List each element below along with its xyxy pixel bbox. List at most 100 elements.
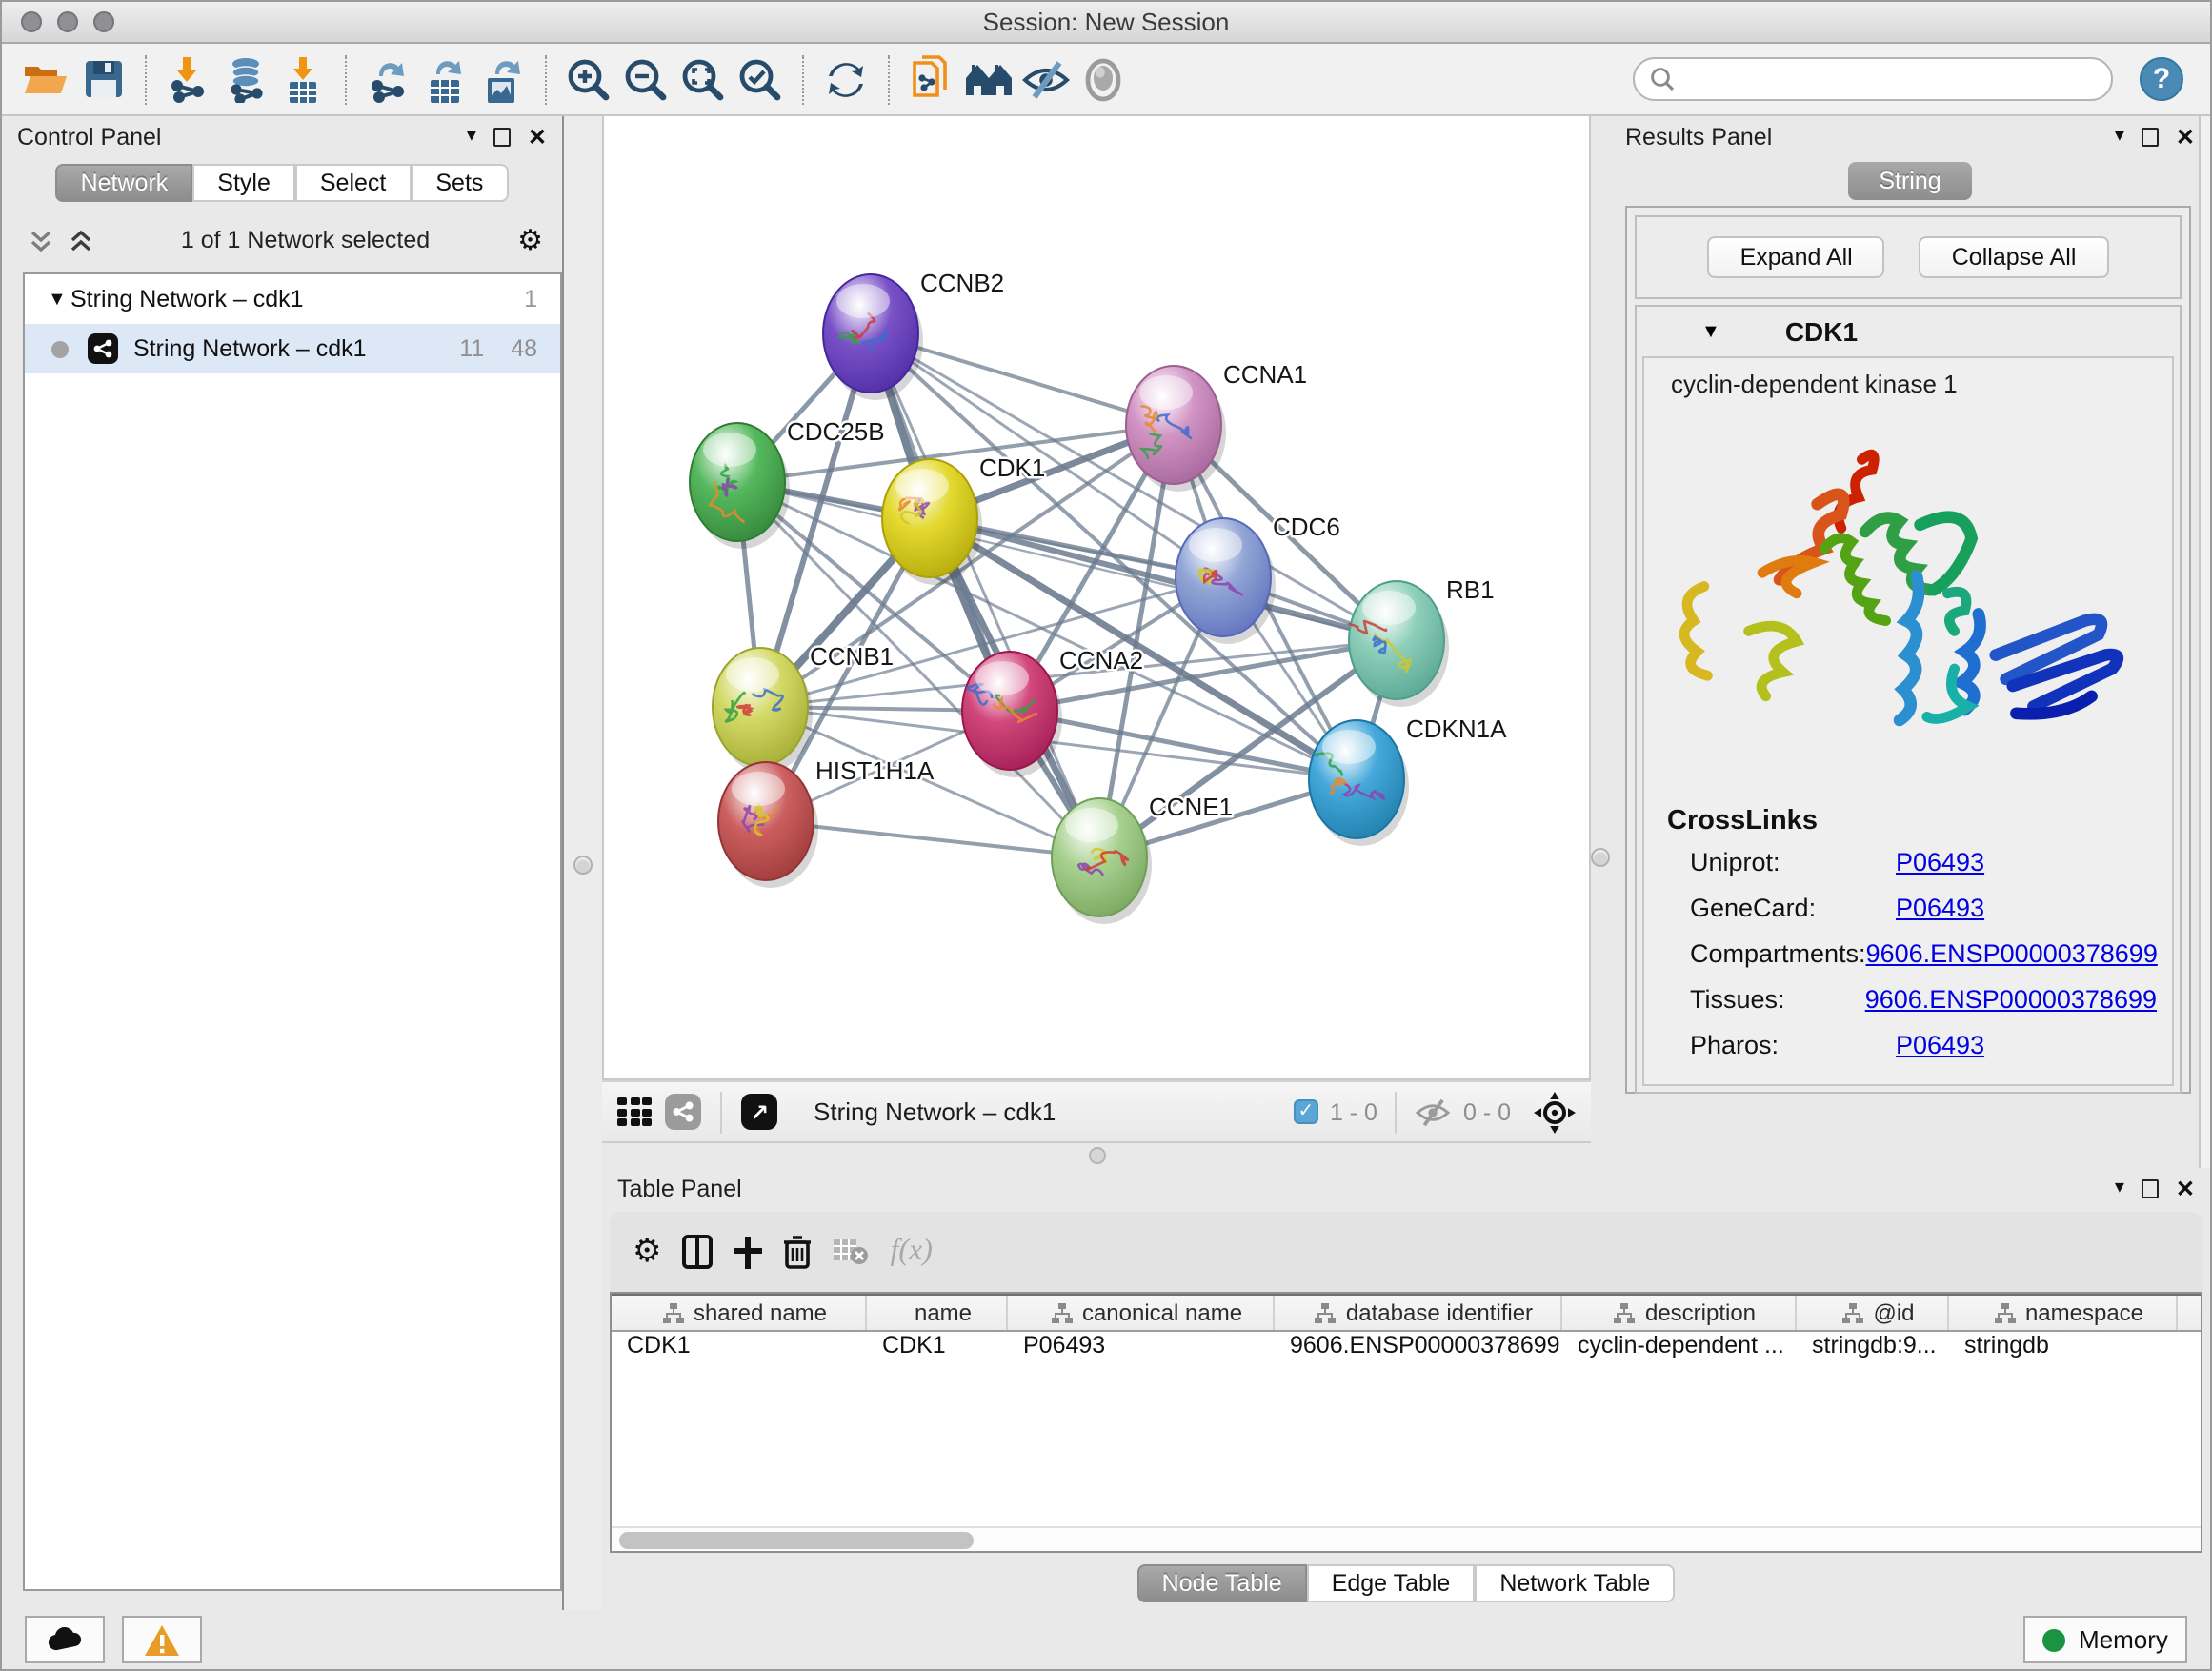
crosslink-link[interactable]: P06493	[1896, 1031, 1984, 1059]
node-CDKN1A[interactable]: CDKN1A	[1309, 715, 1507, 846]
network-overview-button[interactable]	[964, 52, 1014, 106]
tab-style[interactable]: Style	[192, 164, 295, 202]
export-image-button[interactable]	[478, 52, 528, 106]
table-cell[interactable]: CDK1	[867, 1332, 1008, 1366]
zoom-selected-button[interactable]	[735, 52, 785, 106]
selected-checkbox-icon[interactable]: ✓	[1294, 1099, 1318, 1124]
table-cell[interactable]: 9606.ENSP00000378699	[1275, 1332, 1562, 1366]
column-header-database-identifier[interactable]: database identifier	[1275, 1296, 1562, 1330]
panel-menu-icon[interactable]: ▾	[467, 128, 476, 147]
expand-all-icon[interactable]	[69, 228, 93, 252]
save-session-button[interactable]	[78, 52, 128, 106]
zoom-fit-button[interactable]	[678, 52, 728, 106]
show-graphics-details-button[interactable]	[1078, 52, 1128, 106]
table-cell[interactable]: stringdb:9...	[1797, 1332, 1949, 1366]
tab-network-table[interactable]: Network Table	[1475, 1564, 1675, 1602]
tree-expander-icon[interactable]: ▼	[48, 289, 70, 310]
node-CDC25B[interactable]: CDC25B	[690, 417, 885, 549]
zoom-out-button[interactable]	[621, 52, 671, 106]
panel-close-icon[interactable]: ✕	[528, 126, 547, 149]
section-expander-icon[interactable]: ▼	[1701, 321, 1720, 342]
memory-button[interactable]: Memory	[2023, 1616, 2187, 1663]
import-table-button[interactable]	[278, 52, 328, 106]
help-button[interactable]: ?	[2140, 57, 2183, 101]
horizontal-splitter[interactable]	[602, 1141, 1591, 1168]
table-cell[interactable]: P06493	[1008, 1332, 1275, 1366]
collapse-all-button[interactable]: Collapse All	[1920, 236, 2109, 278]
scrollbar-thumb[interactable]	[619, 1532, 974, 1549]
export-network-button[interactable]	[364, 52, 413, 106]
results-scrollbar[interactable]	[2199, 116, 2210, 1168]
import-network-from-database-button[interactable]	[221, 52, 271, 106]
panel-float-icon[interactable]	[493, 128, 511, 147]
crosshair-icon[interactable]	[1534, 1091, 1576, 1133]
warnings-button[interactable]	[122, 1616, 202, 1663]
import-network-from-file-button[interactable]	[164, 52, 213, 106]
gene-section-header[interactable]: ▼ CDK1	[1637, 307, 2180, 356]
panel-menu-icon[interactable]: ▾	[2115, 1179, 2124, 1198]
horizontal-splitter-handle[interactable]	[1088, 1147, 1105, 1164]
show-columns-icon[interactable]	[683, 1235, 714, 1269]
crosslink-link[interactable]: 9606.ENSP00000378699	[1865, 985, 2157, 1014]
crosslink-link[interactable]: P06493	[1896, 848, 1984, 876]
panel-close-icon[interactable]: ✕	[2176, 126, 2195, 149]
search-input[interactable]	[1684, 64, 2096, 94]
panel-float-icon[interactable]	[2142, 128, 2159, 147]
network-canvas[interactable]: CCNB2CCNA1CDC25BCDK1CDC6RB1CCNB1CCNA2CDK…	[602, 116, 1591, 1080]
node-CCNB2[interactable]: CCNB2	[823, 269, 1004, 400]
right-splitter-handle[interactable]	[1591, 848, 1610, 867]
zoom-in-button[interactable]	[564, 52, 613, 106]
tab-select[interactable]: Select	[295, 164, 412, 202]
right-splitter[interactable]	[1591, 116, 1610, 1168]
table-horizontal-scrollbar[interactable]	[612, 1526, 2201, 1551]
left-splitter[interactable]	[562, 116, 602, 1610]
tab-sets[interactable]: Sets	[411, 164, 508, 202]
delete-table-icon[interactable]	[834, 1238, 870, 1265]
tab-string[interactable]: String	[1848, 162, 1971, 200]
open-session-button[interactable]	[21, 52, 70, 106]
panel-close-icon[interactable]: ✕	[2176, 1178, 2195, 1200]
node-RB1[interactable]: RB1	[1349, 575, 1495, 707]
hide-unhide-button[interactable]	[1021, 52, 1071, 106]
node-HIST1H1A[interactable]: HIST1H1A	[718, 756, 935, 888]
node-CCNE1[interactable]: CCNE1	[1052, 793, 1233, 924]
table-cell[interactable]: CDK1	[612, 1332, 867, 1366]
search-field[interactable]	[1633, 57, 2113, 101]
crosslink-link[interactable]: P06493	[1896, 894, 1984, 922]
node-CDC6[interactable]: CDC6	[1176, 513, 1340, 644]
node-CCNA1[interactable]: CCNA1	[1126, 360, 1307, 492]
crosslink-link[interactable]: 9606.ENSP00000378699	[1866, 939, 2158, 968]
table-options-gear-icon[interactable]: ⚙	[633, 1236, 662, 1268]
export-table-button[interactable]	[421, 52, 471, 106]
cloud-status-button[interactable]	[25, 1616, 105, 1663]
delete-column-trash-icon[interactable]	[784, 1235, 813, 1269]
table-cell[interactable]: stringdb	[1949, 1332, 2178, 1366]
left-splitter-handle[interactable]	[573, 856, 593, 875]
column-header-@id[interactable]: @id	[1797, 1296, 1949, 1330]
network-collection-row[interactable]: ▼ String Network – cdk1 1	[25, 274, 560, 324]
panel-float-icon[interactable]	[2142, 1179, 2159, 1198]
panel-menu-icon[interactable]: ▾	[2115, 128, 2124, 147]
column-header-canonical-name[interactable]: canonical name	[1008, 1296, 1275, 1330]
create-column-icon[interactable]	[734, 1236, 763, 1268]
table-cell[interactable]: cyclin-dependent ...	[1562, 1332, 1797, 1366]
table-row[interactable]: CDK1CDK1P064939606.ENSP00000378699cyclin…	[612, 1332, 2201, 1366]
tab-network[interactable]: Network	[56, 164, 193, 202]
expand-all-button[interactable]: Expand All	[1708, 236, 1885, 278]
birdseye-view-icon[interactable]: ↗	[741, 1094, 777, 1130]
column-header-description[interactable]: description	[1562, 1296, 1797, 1330]
network-options-gear-icon[interactable]: ⚙	[517, 226, 543, 254]
grid-view-icon[interactable]	[617, 1097, 652, 1126]
function-builder-icon[interactable]: f(x)	[891, 1235, 933, 1269]
collapse-all-icon[interactable]	[29, 228, 53, 252]
network-row-selected[interactable]: String Network – cdk1 11 48	[25, 324, 560, 373]
network-share-icon[interactable]	[665, 1094, 701, 1130]
column-header-shared-name[interactable]: shared name	[612, 1296, 867, 1330]
refresh-button[interactable]	[821, 52, 871, 106]
clone-network-button[interactable]	[907, 52, 956, 106]
node-CDK1[interactable]: CDK1	[882, 453, 1045, 585]
tab-node-table[interactable]: Node Table	[1137, 1564, 1307, 1602]
tab-edge-table[interactable]: Edge Table	[1307, 1564, 1476, 1602]
column-header-namespace[interactable]: namespace	[1949, 1296, 2178, 1330]
column-header-name[interactable]: name	[867, 1296, 1008, 1330]
